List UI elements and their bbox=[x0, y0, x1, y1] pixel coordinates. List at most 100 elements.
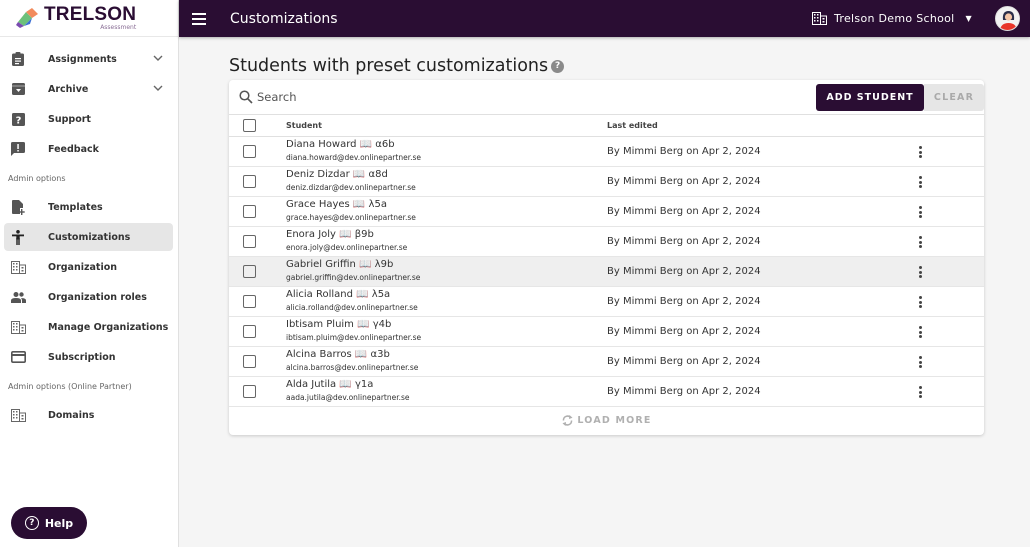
search-input[interactable] bbox=[257, 90, 557, 104]
sidebar-item-manage-organizations[interactable]: Manage Organizations bbox=[4, 313, 173, 341]
trelson-logo-icon bbox=[16, 8, 38, 28]
student-email: ibtisam.pluim@dev.onlinepartner.se bbox=[286, 333, 422, 342]
sidebar-item-customizations[interactable]: Customizations bbox=[4, 223, 173, 251]
more-options-icon[interactable] bbox=[917, 325, 923, 339]
building-icon bbox=[812, 12, 827, 25]
last-edited-cell: By Mimmi Berg on Apr 2, 2024 bbox=[607, 236, 761, 247]
student-cell: Alda Jutila 📖 γ1a aada.jutila@dev.onlinep… bbox=[286, 378, 410, 404]
last-edited-cell: By Mimmi Berg on Apr 2, 2024 bbox=[607, 176, 761, 187]
sidebar-item-archive[interactable]: Archive bbox=[4, 75, 173, 103]
student-cell: Diana Howard 📖 α6b diana.howard@dev.onlin… bbox=[286, 138, 421, 164]
sidebar-item-feedback[interactable]: Feedback bbox=[4, 135, 173, 163]
table-body: Diana Howard 📖 α6b diana.howard@dev.onlin… bbox=[229, 137, 984, 407]
sidebar-item-organization[interactable]: Organization bbox=[4, 253, 173, 281]
brand-name: TRELSON bbox=[44, 4, 137, 25]
more-options-icon[interactable] bbox=[917, 205, 923, 219]
column-header-last-edited[interactable]: Last edited bbox=[607, 121, 658, 130]
student-name: Alcina Barros 📖 α3b bbox=[286, 349, 390, 360]
organization-switcher[interactable]: Trelson Demo School ▼ bbox=[812, 0, 972, 37]
row-checkbox[interactable] bbox=[243, 145, 256, 158]
last-edited-cell: By Mimmi Berg on Apr 2, 2024 bbox=[607, 146, 761, 157]
sidebar-item-assignments[interactable]: Assignments bbox=[4, 45, 173, 73]
student-cell: Deniz Dizdar 📖 α8d deniz.dizdar@dev.onlin… bbox=[286, 168, 416, 194]
sidebar-item-subscription[interactable]: Subscription bbox=[4, 343, 173, 371]
table-row[interactable]: Gabriel Griffin 📖 λ9b gabriel.griffin@dev… bbox=[229, 257, 984, 287]
last-edited-cell: By Mimmi Berg on Apr 2, 2024 bbox=[607, 206, 761, 217]
table-row[interactable]: Alda Jutila 📖 γ1a aada.jutila@dev.onlinep… bbox=[229, 377, 984, 407]
row-checkbox[interactable] bbox=[243, 325, 256, 338]
page-header-title: Customizations bbox=[230, 10, 338, 27]
table-row[interactable]: Ibtisam Pluim 📖 γ4b ibtisam.pluim@dev.onl… bbox=[229, 317, 984, 347]
last-edited-cell: By Mimmi Berg on Apr 2, 2024 bbox=[607, 266, 761, 277]
credit-card-icon bbox=[10, 349, 26, 365]
table-row[interactable]: Enora Joly 📖 β9b enora.joly@dev.onlinepar… bbox=[229, 227, 984, 257]
more-options-icon[interactable] bbox=[917, 145, 923, 159]
row-checkbox[interactable] bbox=[243, 355, 256, 368]
table-row[interactable]: Alicia Rolland 📖 λ5a alicia.rolland@dev.o… bbox=[229, 287, 984, 317]
last-edited-cell: By Mimmi Berg on Apr 2, 2024 bbox=[607, 356, 761, 367]
table-toolbar: ADD STUDENT CLEAR bbox=[229, 80, 984, 115]
more-options-icon[interactable] bbox=[917, 355, 923, 369]
table-row[interactable]: Diana Howard 📖 α6b diana.howard@dev.onlin… bbox=[229, 137, 984, 167]
sidebar-item-label: Manage Organizations bbox=[48, 321, 169, 333]
student-email: gabriel.griffin@dev.onlinepartner.se bbox=[286, 273, 421, 282]
table-row[interactable]: Deniz Dizdar 📖 α8d deniz.dizdar@dev.onlin… bbox=[229, 167, 984, 197]
last-edited-cell: By Mimmi Berg on Apr 2, 2024 bbox=[607, 386, 761, 397]
table-row[interactable]: Alcina Barros 📖 α3b alcina.barros@dev.onl… bbox=[229, 347, 984, 377]
more-options-icon[interactable] bbox=[917, 265, 923, 279]
page-title-text: Students with preset customizations bbox=[229, 56, 549, 76]
students-table-card: ADD STUDENT CLEAR Student Last edited Di… bbox=[229, 80, 984, 435]
student-name: Alda Jutila 📖 γ1a bbox=[286, 379, 374, 390]
sidebar-item-label: Archive bbox=[48, 83, 89, 95]
student-email: alcina.barros@dev.onlinepartner.se bbox=[286, 363, 419, 372]
sidebar-item-label: Support bbox=[48, 113, 91, 125]
more-options-icon[interactable] bbox=[917, 235, 923, 249]
load-more-label: LOAD MORE bbox=[577, 414, 652, 426]
select-all-checkbox[interactable] bbox=[243, 119, 256, 132]
student-cell: Enora Joly 📖 β9b enora.joly@dev.onlinepar… bbox=[286, 228, 407, 254]
student-email: aada.jutila@dev.onlinepartner.se bbox=[286, 393, 410, 402]
accessibility-icon bbox=[10, 229, 26, 245]
more-options-icon[interactable] bbox=[917, 385, 923, 399]
row-checkbox[interactable] bbox=[243, 205, 256, 218]
brand-logo[interactable]: TRELSON Assessment bbox=[0, 0, 178, 37]
help-tooltip-icon[interactable]: ? bbox=[551, 59, 565, 73]
help-button-label: Help bbox=[44, 516, 74, 530]
sidebar-item-domains[interactable]: Domains bbox=[4, 401, 173, 429]
help-button[interactable]: ? Help bbox=[11, 507, 87, 539]
app-root: TRELSON Assessment Assignments Archive ?… bbox=[0, 0, 1030, 547]
more-options-icon[interactable] bbox=[917, 175, 923, 189]
row-checkbox[interactable] bbox=[243, 235, 256, 248]
caret-down-icon: ▼ bbox=[965, 14, 972, 23]
student-name: Deniz Dizdar 📖 α8d bbox=[286, 169, 388, 180]
user-avatar[interactable] bbox=[995, 6, 1020, 31]
chevron-down-icon[interactable] bbox=[153, 83, 163, 94]
chevron-down-icon[interactable] bbox=[153, 53, 163, 64]
feedback-icon bbox=[10, 141, 26, 157]
student-name: Ibtisam Pluim 📖 γ4b bbox=[286, 319, 392, 330]
more-options-icon[interactable] bbox=[917, 295, 923, 309]
row-checkbox[interactable] bbox=[243, 175, 256, 188]
row-checkbox[interactable] bbox=[243, 295, 256, 308]
sidebar-item-templates[interactable]: Templates bbox=[4, 193, 173, 221]
student-cell: Gabriel Griffin 📖 λ9b gabriel.griffin@dev… bbox=[286, 258, 420, 284]
add-student-button[interactable]: ADD STUDENT bbox=[816, 84, 924, 111]
hamburger-menu-icon[interactable] bbox=[192, 12, 206, 25]
table-row[interactable]: Grace Hayes 📖 λ5a grace.hayes@dev.onlinep… bbox=[229, 197, 984, 227]
brand-subtitle: Assessment bbox=[100, 24, 137, 31]
sidebar-nav: Assignments Archive ? Support Feedback A… bbox=[0, 37, 178, 429]
row-checkbox[interactable] bbox=[243, 265, 256, 278]
sidebar-item-organization-roles[interactable]: Organization roles bbox=[4, 283, 173, 311]
refresh-icon bbox=[562, 414, 573, 426]
clear-button[interactable]: CLEAR bbox=[924, 84, 984, 111]
archive-icon bbox=[10, 81, 26, 97]
load-more-button[interactable]: LOAD MORE bbox=[229, 407, 984, 433]
sidebar-item-label: Customizations bbox=[48, 231, 131, 243]
building-icon bbox=[10, 407, 26, 423]
student-email: alicia.rolland@dev.onlinepartner.se bbox=[286, 303, 418, 312]
student-email: diana.howard@dev.onlinepartner.se bbox=[286, 153, 421, 162]
last-edited-cell: By Mimmi Berg on Apr 2, 2024 bbox=[607, 296, 761, 307]
column-header-student[interactable]: Student bbox=[286, 121, 322, 130]
sidebar-item-support[interactable]: ? Support bbox=[4, 105, 173, 133]
row-checkbox[interactable] bbox=[243, 385, 256, 398]
